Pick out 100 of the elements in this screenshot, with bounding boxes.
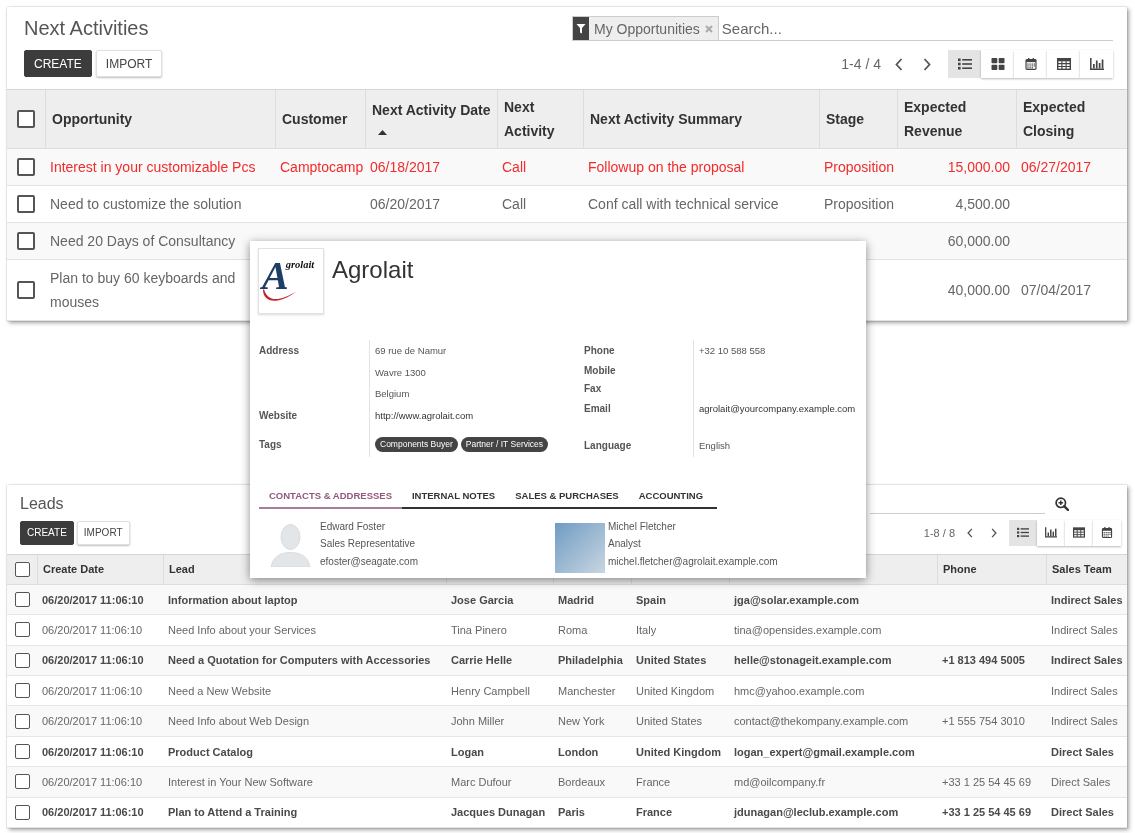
column-header[interactable]: Sales Team <box>1052 563 1112 576</box>
table-cell: Interest in your customizable Pcs <box>50 159 256 175</box>
table-cell: Need to customize the solution <box>50 196 242 212</box>
contact-email[interactable]: michel.fletcher@agrolait.example.com <box>608 552 778 570</box>
column-header[interactable]: Next Activity Summary <box>583 90 819 148</box>
checkbox[interactable] <box>15 683 30 699</box>
checkbox[interactable] <box>15 804 30 820</box>
view-switch-button[interactable] <box>1037 519 1065 546</box>
calendar-icon <box>1101 527 1113 539</box>
table-row[interactable]: 06/20/2017 11:06:10 Plan to Attend a Training Jacques Dunagan Paris France jdunagan@leclub.example.com +33 1 25 54 45 69 Direct Sales <box>7 797 1127 828</box>
checkbox[interactable] <box>15 652 30 668</box>
checkbox[interactable] <box>15 622 30 638</box>
table-cell: 06/18/2017 <box>370 159 441 175</box>
tab[interactable]: INTERNAL NOTES <box>402 484 506 509</box>
table-cell-text: United Kingdom <box>635 683 716 699</box>
chevron-left-icon[interactable] <box>895 57 903 71</box>
chevron-right-icon[interactable] <box>991 527 997 538</box>
checkbox[interactable] <box>15 713 30 729</box>
table-cell-text: contact@thekompany.example.com <box>733 714 910 730</box>
column-header[interactable]: Phone <box>943 563 977 576</box>
table-row[interactable]: Need to customize the solution 06/20/2017 Call Conf call with technical service Proposition 4,500.00 <box>7 186 1127 223</box>
table-row[interactable]: Interest in your customizable Pcs Camptocamp 06/18/2017 Call Followup on the proposal Proposition 15,000.00 06/27/2017 <box>7 149 1127 186</box>
primary-button[interactable]: CREATE <box>24 50 92 77</box>
checkbox[interactable] <box>17 158 35 176</box>
table-cell: Call <box>502 196 527 212</box>
column-header[interactable]: Next Activity Date <box>365 90 497 148</box>
checkbox[interactable] <box>17 195 35 213</box>
view-switch-button[interactable] <box>981 50 1014 78</box>
field-link[interactable]: http://www.agrolait.com <box>375 404 474 427</box>
tab[interactable]: SALES & PURCHASES <box>505 484 629 509</box>
checkbox[interactable] <box>17 110 35 128</box>
column-header[interactable]: Expected Closing <box>1016 90 1127 148</box>
column-header[interactable]: Customer <box>275 90 365 148</box>
view-switch-button[interactable] <box>1065 519 1093 546</box>
table-row[interactable]: 06/20/2017 11:06:10 Need a New Website Henry Campbell Manchester United Kingdom hmc@yahoo.example.com Indirect Sales <box>7 676 1127 707</box>
table-cell: Camptocamp <box>280 159 364 175</box>
table-cell-text: tina@opensides.example.com <box>733 622 883 638</box>
table-cell-text: 06/20/2017 11:06:10 <box>41 592 145 608</box>
table-cell-text: Need a Quotation for Computers with Accessories <box>167 653 432 669</box>
table-cell-text: 06/20/2017 11:06:10 <box>41 653 145 669</box>
table-icon <box>1073 527 1085 539</box>
table-cell-text: John Miller <box>450 714 506 730</box>
pager-value: 1-8 / 8 <box>923 526 955 539</box>
table-cell: Conf call with technical service <box>588 196 779 212</box>
field-label: Fax <box>584 382 602 396</box>
table-cell-text: United States <box>635 653 708 669</box>
view-switch-button[interactable] <box>1047 50 1080 78</box>
checkbox[interactable] <box>15 744 30 759</box>
grid-icon <box>990 58 1005 70</box>
table-cell-text: Paris <box>557 805 586 821</box>
page-title: Next Activities <box>24 16 149 40</box>
checkbox[interactable] <box>17 281 35 299</box>
primary-button[interactable]: CREATE <box>20 520 74 545</box>
field-link[interactable]: agrolait@yourcompany.example.com <box>699 398 856 420</box>
view-switch-button[interactable] <box>1009 519 1037 546</box>
column-header[interactable]: Lead <box>169 563 195 576</box>
view-switch-button[interactable] <box>1093 519 1121 546</box>
search-icon[interactable] <box>1055 496 1069 511</box>
field-label: Address <box>259 344 299 358</box>
chevron-right-icon[interactable] <box>923 57 931 71</box>
table-row[interactable]: 06/20/2017 11:06:10 Information about laptop Jose Garcia Madrid Spain jga@solar.example.com Indirect Sales <box>7 584 1127 616</box>
secondary-button[interactable]: IMPORT <box>95 50 163 77</box>
table-row[interactable]: 06/20/2017 11:06:10 Need a Quotation for Computers with Accessories Carrie Helle Philadelphia United States helle@stonageit.example.com +1 813 494 5005 Indirect Sales <box>7 645 1127 677</box>
table-cell-text: +33 1 25 54 45 69 <box>941 805 1032 821</box>
column-header[interactable]: Stage <box>819 90 897 148</box>
table-cell-text: Indirect Sales <box>1050 714 1119 730</box>
view-switch-button[interactable] <box>1014 50 1047 78</box>
checkbox[interactable] <box>15 592 30 608</box>
facet-label: My Opportunities <box>593 20 701 37</box>
search-field[interactable]: Search... <box>718 16 1113 41</box>
table-row[interactable]: 06/20/2017 11:06:10 Need Info about your Services Tina Pinero Roma Italy tina@opensides.example.com Indirect Sales <box>7 615 1127 646</box>
table-cell-text: Jose Garcia <box>450 592 515 608</box>
table-cell-text: 06/20/2017 11:06:10 <box>41 744 145 760</box>
checkbox[interactable] <box>15 774 30 790</box>
table-cell-text: Roma <box>557 622 589 638</box>
tag: Components Buyer <box>375 437 458 452</box>
checkbox[interactable] <box>15 561 30 577</box>
column-header[interactable]: Expected Revenue <box>897 90 1016 148</box>
table-cell-text: Marc Dufour <box>450 774 513 790</box>
table-row[interactable]: 06/20/2017 11:06:10 Need Info about Web Design John Miller New York United States contact@thekompany.example.com +1 555 754 3010 Indirect Sales <box>7 706 1127 737</box>
table-cell-text: 06/20/2017 11:06:10 <box>41 714 144 730</box>
table-cell-text: Logan <box>450 744 485 760</box>
chevron-left-icon[interactable] <box>967 527 973 538</box>
secondary-button[interactable]: IMPORT <box>76 520 130 545</box>
column-header[interactable]: Next Activity <box>497 90 583 148</box>
contact-email[interactable]: efoster@seagate.com <box>320 552 418 570</box>
tab[interactable]: CONTACTS & ADDRESSES <box>259 484 402 509</box>
view-switch-button[interactable] <box>1080 50 1113 78</box>
table-cell-text: Indirect Sales <box>1050 622 1119 638</box>
table-row[interactable]: 06/20/2017 11:06:10 Product Catalog Logan London United Kingdom logan_expert@gmail.example.com Direct Sales <box>7 736 1127 768</box>
tab[interactable]: ACCOUNTING <box>628 484 714 509</box>
column-header[interactable]: Create Date <box>43 563 105 576</box>
checkbox[interactable] <box>17 232 35 250</box>
table-cell-text: Plan to Attend a Training <box>167 805 299 821</box>
column-header[interactable]: Opportunity <box>45 90 275 148</box>
table-icon <box>1056 58 1071 70</box>
table-cell: Followup on the proposal <box>588 159 745 175</box>
view-switch-button[interactable] <box>948 50 981 78</box>
table-row[interactable]: 06/20/2017 11:06:10 Interest in Your New Software Marc Dufour Bordeaux France md@oilcompany.fr +33 1 25 54 45 69 Direct Sales <box>7 767 1127 798</box>
page-title: Leads <box>20 493 64 514</box>
